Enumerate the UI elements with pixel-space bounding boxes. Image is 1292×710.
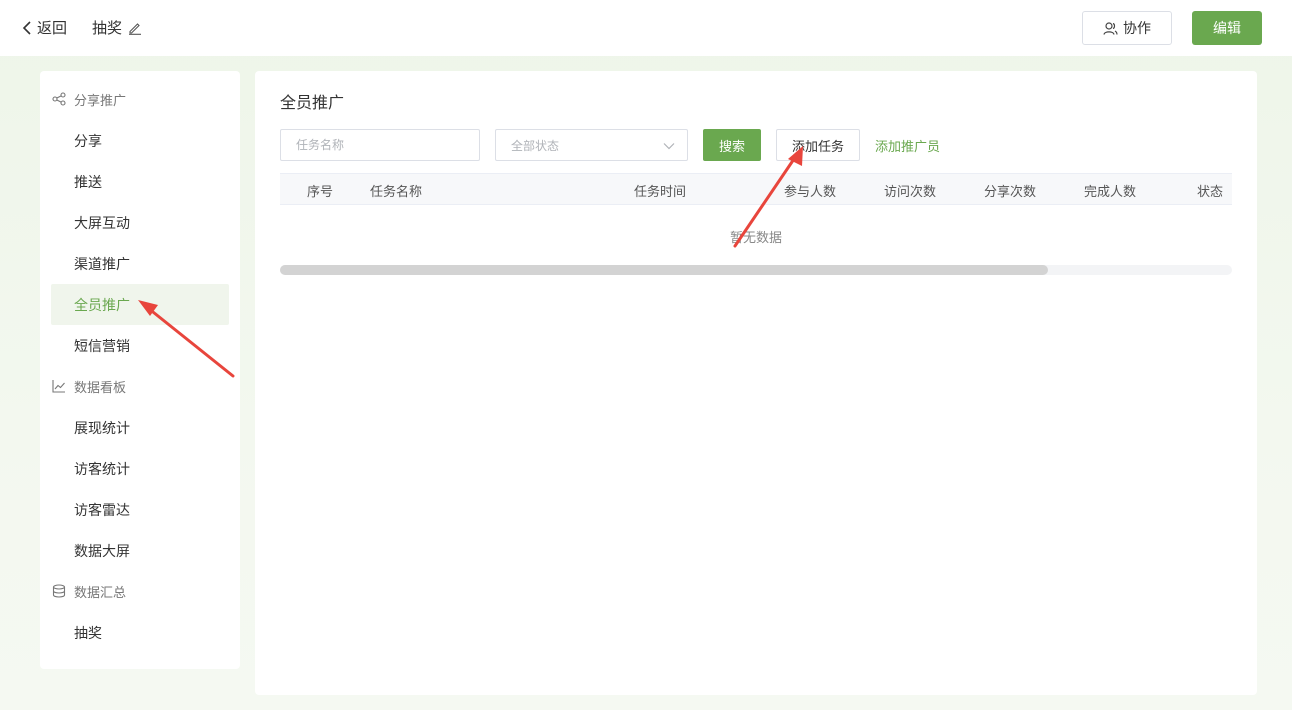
horizontal-scrollbar[interactable] [280, 265, 1232, 275]
sidebar-item-visitor-stats[interactable]: 访客统计 [51, 448, 229, 489]
chevron-down-icon [663, 143, 675, 150]
sidebar-item-all-staff-promotion[interactable]: 全员推广 [51, 284, 229, 325]
sidebar-item-lottery[interactable]: 抽奖 [51, 612, 229, 653]
table-header: 序号 任务名称 任务时间 参与人数 访问次数 分享次数 完成人数 状态 [280, 173, 1232, 205]
back-button[interactable]: 返回 [22, 17, 67, 38]
sidebar-group-data-summary: 数据汇总 [52, 581, 126, 601]
add-promoter-link[interactable]: 添加推广员 [875, 136, 940, 155]
section-title: 全员推广 [280, 93, 345, 112]
column-header-task-time: 任务时间 [634, 185, 687, 200]
status-select[interactable]: 全部状态 [495, 129, 688, 161]
back-label: 返回 [37, 19, 68, 37]
scrollbar-thumb[interactable] [280, 265, 1048, 275]
add-task-button[interactable]: 添加任务 [776, 129, 860, 161]
sidebar-item-data-big-screen[interactable]: 数据大屏 [51, 530, 229, 571]
collaborate-button[interactable]: 协作 [1082, 11, 1172, 45]
sidebar-item-big-screen-interaction[interactable]: 大屏互动 [51, 202, 229, 243]
collaborate-label: 协作 [1123, 21, 1151, 37]
chevron-left-icon [22, 20, 31, 35]
column-header-index: 序号 [307, 185, 334, 200]
top-header: 返回 抽奖 协作 编辑 [0, 0, 1292, 56]
sidebar-item-push[interactable]: 推送 [51, 161, 229, 202]
edit-button[interactable]: 编辑 [1192, 11, 1262, 45]
column-header-shares: 分享次数 [984, 185, 1037, 200]
share-icon [52, 92, 66, 106]
users-icon [1103, 21, 1118, 35]
column-header-status: 状态 [1197, 185, 1224, 200]
sidebar-item-visitor-radar[interactable]: 访客雷达 [51, 489, 229, 530]
sidebar-item-impression-stats[interactable]: 展现统计 [51, 407, 229, 448]
column-header-task-name: 任务名称 [370, 185, 423, 200]
database-icon [52, 584, 66, 598]
table-empty-text: 暂无数据 [729, 231, 782, 246]
sidebar: 分享推广 分享 推送 大屏互动 渠道推广 全员推广 短信营销 数据看板 展现统计… [40, 71, 240, 669]
page-title-wrap: 抽奖 [92, 17, 142, 38]
search-button[interactable]: 搜索 [703, 129, 761, 161]
column-header-completed: 完成人数 [1084, 185, 1137, 200]
sidebar-group-share: 分享推广 [52, 89, 126, 109]
column-header-participants: 参与人数 [784, 185, 837, 200]
main-panel: 全员推广 全部状态 搜索 添加任务 添加推广员 序号 任务名称 任务时间 参与人… [255, 71, 1257, 695]
sidebar-item-sms-marketing[interactable]: 短信营销 [51, 325, 229, 366]
column-header-visits: 访问次数 [884, 185, 937, 200]
sidebar-item-channel-promotion[interactable]: 渠道推广 [51, 243, 229, 284]
page-title: 抽奖 [92, 19, 123, 37]
edit-pencil-icon[interactable] [128, 21, 142, 35]
task-name-input[interactable] [280, 129, 480, 161]
sidebar-group-dashboard: 数据看板 [52, 376, 126, 396]
chart-line-icon [52, 380, 65, 393]
sidebar-item-share[interactable]: 分享 [51, 120, 229, 161]
status-select-value: 全部状态 [511, 138, 560, 153]
